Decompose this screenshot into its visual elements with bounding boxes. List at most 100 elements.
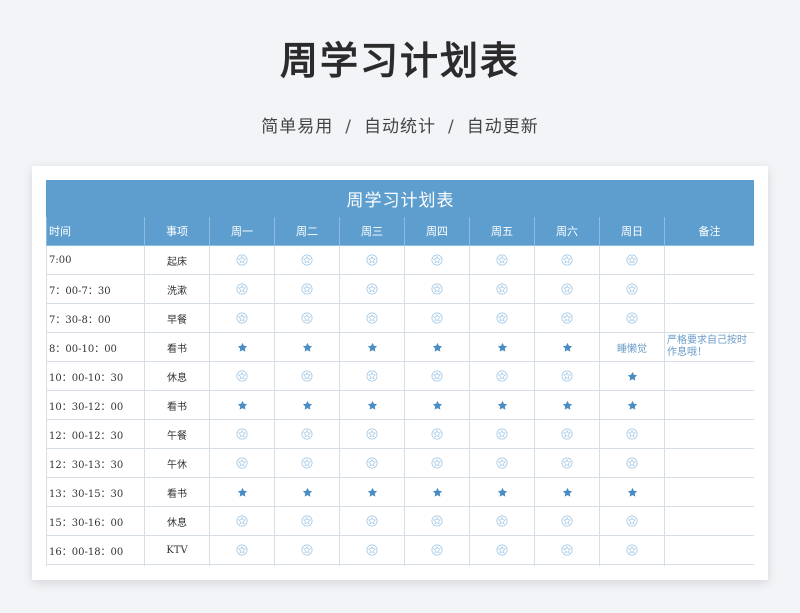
day-cell[interactable] <box>209 332 275 362</box>
day-cell[interactable] <box>404 419 470 449</box>
day-cell[interactable] <box>469 419 535 449</box>
column-header-tue[interactable]: 周二 <box>274 216 340 246</box>
day-cell[interactable] <box>209 274 275 304</box>
day-cell[interactable] <box>404 477 470 507</box>
task-cell[interactable]: 看书 <box>144 332 210 362</box>
note-cell[interactable] <box>663 535 754 565</box>
day-cell[interactable] <box>339 390 405 420</box>
note-cell[interactable] <box>663 245 754 275</box>
day-cell[interactable] <box>274 274 340 304</box>
day-cell[interactable] <box>599 477 665 507</box>
column-header-time[interactable]: 时间 <box>46 216 145 246</box>
column-header-sat[interactable]: 周六 <box>534 216 600 246</box>
day-cell[interactable] <box>339 303 405 333</box>
time-cell[interactable]: 13：30-15：30 <box>46 477 145 507</box>
day-cell[interactable] <box>469 564 535 566</box>
day-cell[interactable] <box>599 274 665 304</box>
day-cell[interactable] <box>209 477 275 507</box>
day-cell[interactable] <box>534 506 600 536</box>
note-cell[interactable] <box>663 477 754 507</box>
day-cell[interactable] <box>599 303 665 333</box>
day-cell[interactable] <box>599 535 665 565</box>
day-cell[interactable] <box>274 535 340 565</box>
day-cell[interactable] <box>209 564 275 566</box>
day-cell[interactable] <box>534 535 600 565</box>
day-cell[interactable] <box>339 477 405 507</box>
day-cell[interactable] <box>404 332 470 362</box>
day-cell[interactable] <box>404 245 470 275</box>
day-cell[interactable] <box>534 274 600 304</box>
note-cell[interactable] <box>663 390 754 420</box>
task-cell[interactable]: 看书 <box>144 390 210 420</box>
day-cell[interactable] <box>469 303 535 333</box>
column-header-fri[interactable]: 周五 <box>469 216 535 246</box>
day-cell[interactable] <box>599 361 665 391</box>
day-cell[interactable] <box>469 245 535 275</box>
task-cell[interactable]: 起床 <box>144 245 210 275</box>
day-cell[interactable] <box>209 361 275 391</box>
time-cell[interactable]: 7：00-7：30 <box>46 274 145 304</box>
day-cell[interactable] <box>274 303 340 333</box>
day-cell[interactable] <box>534 303 600 333</box>
time-cell[interactable]: 8：00-10：00 <box>46 332 145 362</box>
task-cell[interactable] <box>144 564 210 566</box>
note-cell[interactable] <box>663 506 754 536</box>
day-cell[interactable] <box>404 361 470 391</box>
time-cell[interactable]: 10：30-12：00 <box>46 390 145 420</box>
day-cell[interactable] <box>534 390 600 420</box>
note-cell[interactable]: 严格要求自己按时作息哦！ <box>663 332 754 362</box>
task-cell[interactable]: 早餐 <box>144 303 210 333</box>
column-header-thu[interactable]: 周四 <box>404 216 470 246</box>
day-cell[interactable] <box>339 564 405 566</box>
note-cell[interactable] <box>663 303 754 333</box>
day-cell[interactable] <box>339 361 405 391</box>
day-cell[interactable] <box>534 245 600 275</box>
note-cell[interactable] <box>663 448 754 478</box>
day-cell[interactable] <box>339 332 405 362</box>
day-cell[interactable] <box>209 448 275 478</box>
time-cell[interactable]: 12：30-13：30 <box>46 448 145 478</box>
time-cell[interactable]: 10：00-10：30 <box>46 361 145 391</box>
day-cell[interactable] <box>339 535 405 565</box>
day-cell-text[interactable]: 睡懒觉 <box>599 332 665 362</box>
day-cell[interactable] <box>404 506 470 536</box>
day-cell[interactable] <box>339 245 405 275</box>
column-header-sun[interactable]: 周日 <box>599 216 665 246</box>
note-cell[interactable] <box>663 274 754 304</box>
day-cell[interactable] <box>274 477 340 507</box>
note-cell[interactable] <box>663 419 754 449</box>
day-cell[interactable] <box>274 419 340 449</box>
day-cell[interactable] <box>469 506 535 536</box>
day-cell[interactable] <box>599 564 665 566</box>
day-cell[interactable] <box>469 332 535 362</box>
note-cell[interactable] <box>663 361 754 391</box>
time-cell[interactable] <box>46 564 145 566</box>
day-cell[interactable] <box>339 448 405 478</box>
task-cell[interactable]: 午休 <box>144 448 210 478</box>
day-cell[interactable] <box>599 419 665 449</box>
day-cell[interactable] <box>274 332 340 362</box>
day-cell[interactable] <box>339 274 405 304</box>
day-cell[interactable] <box>404 564 470 566</box>
column-header-wed[interactable]: 周三 <box>339 216 405 246</box>
day-cell[interactable] <box>534 448 600 478</box>
day-cell[interactable] <box>404 303 470 333</box>
day-cell[interactable] <box>469 477 535 507</box>
note-cell[interactable] <box>663 564 754 566</box>
day-cell[interactable] <box>274 361 340 391</box>
day-cell[interactable] <box>534 564 600 566</box>
column-header-task[interactable]: 事项 <box>144 216 210 246</box>
day-cell[interactable] <box>469 390 535 420</box>
day-cell[interactable] <box>469 274 535 304</box>
task-cell[interactable]: 洗漱 <box>144 274 210 304</box>
column-header-note[interactable]: 备注 <box>663 216 754 246</box>
time-cell[interactable]: 12：00-12：30 <box>46 419 145 449</box>
sheet-title[interactable]: 周学习计划表 <box>46 180 754 217</box>
day-cell[interactable] <box>534 477 600 507</box>
day-cell[interactable] <box>599 245 665 275</box>
day-cell[interactable] <box>599 506 665 536</box>
day-cell[interactable] <box>339 419 405 449</box>
day-cell[interactable] <box>469 448 535 478</box>
day-cell[interactable] <box>274 564 340 566</box>
time-cell[interactable]: 7:00 <box>46 245 145 275</box>
